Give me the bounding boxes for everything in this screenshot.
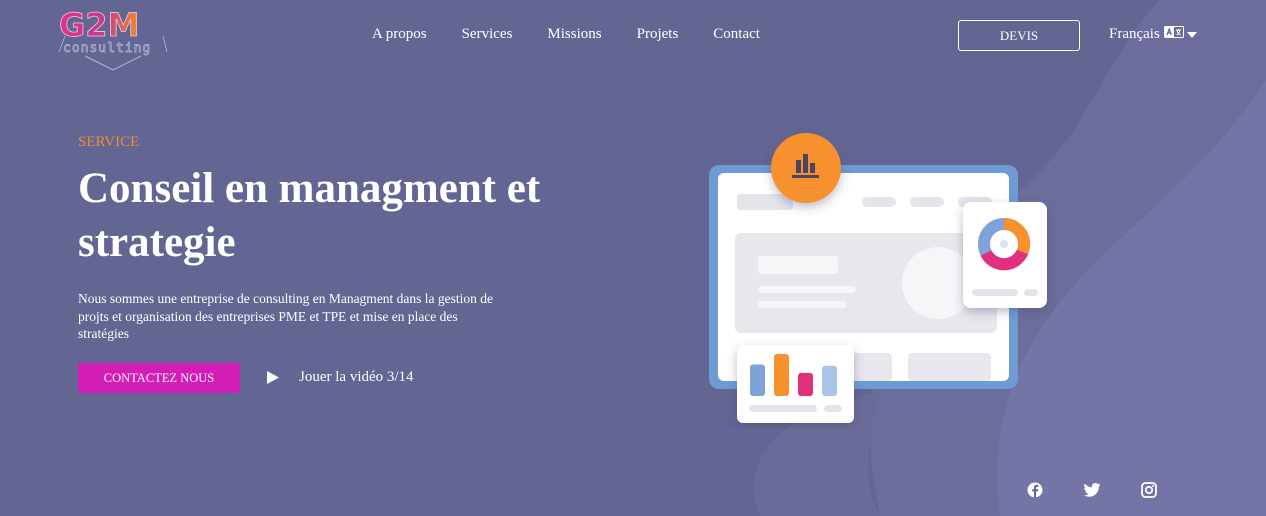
contact-button[interactable]: CONTACTEZ NOUS <box>78 363 240 393</box>
brand-logo[interactable]: G2M consulting <box>55 6 173 72</box>
language-selector[interactable]: Français <box>1109 26 1197 43</box>
devis-button[interactable]: DEVIS <box>958 20 1080 51</box>
nav-link-a-propos[interactable]: A propos <box>372 26 427 43</box>
bar-chart-icon <box>771 133 841 203</box>
illustration-bar <box>798 372 813 396</box>
language-label: Français <box>1109 26 1160 42</box>
nav-link-services[interactable]: Services <box>462 26 513 43</box>
bar-chart-card <box>737 345 854 423</box>
twitter-icon[interactable] <box>1084 482 1100 498</box>
illustration-bar <box>822 365 837 396</box>
section-eyebrow: SERVICE <box>78 134 140 150</box>
dashboard-illustration <box>700 128 1060 433</box>
nav-link-contact[interactable]: Contact <box>713 26 760 43</box>
illustration-bar <box>750 364 765 396</box>
social-links <box>1027 482 1198 498</box>
facebook-icon[interactable] <box>1027 482 1043 498</box>
nav-link-projets[interactable]: Projets <box>637 26 679 43</box>
main-nav: A propos Services Missions Projets Conta… <box>372 26 795 43</box>
svg-text:G2M: G2M <box>59 6 139 44</box>
donut-chart-icon <box>963 202 1047 308</box>
svg-text:consulting: consulting <box>63 41 151 56</box>
play-icon[interactable] <box>266 370 280 390</box>
hero-description: Nous sommes une entreprise de consulting… <box>78 291 494 341</box>
nav-link-missions[interactable]: Missions <box>547 26 601 43</box>
play-video-link[interactable]: Jouer la vidéo 3/14 <box>299 369 414 386</box>
illustration-bar <box>774 354 789 396</box>
instagram-icon[interactable] <box>1141 482 1157 498</box>
hero-title: Conseil en managment et strategie <box>78 165 541 266</box>
caret-down-icon <box>1186 26 1197 43</box>
translate-icon <box>1163 26 1184 43</box>
